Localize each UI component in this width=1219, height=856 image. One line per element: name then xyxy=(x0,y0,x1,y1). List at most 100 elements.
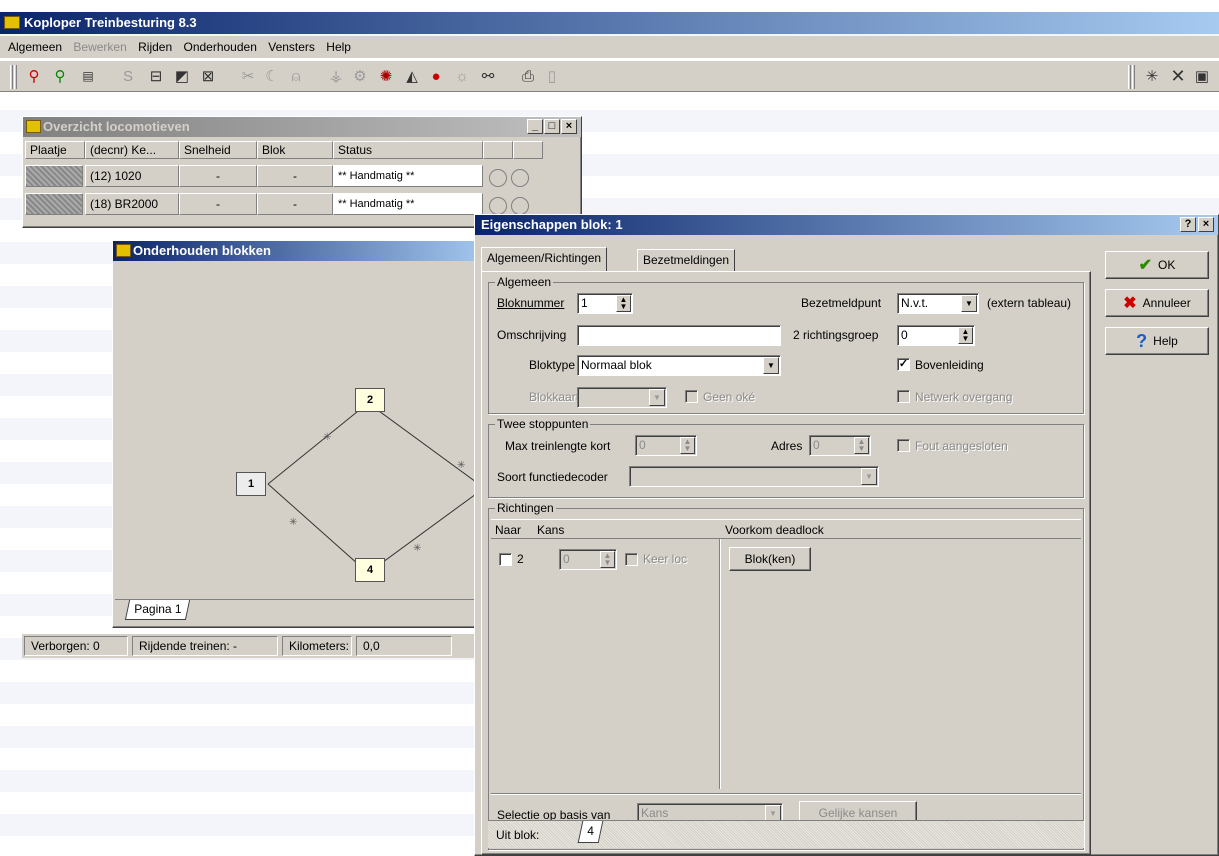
loco-image xyxy=(25,193,83,215)
chevron-down-icon[interactable]: ▼ xyxy=(649,389,665,406)
bloknummer-value: 1 xyxy=(581,296,588,310)
help-titlebar-button[interactable]: ? xyxy=(1180,217,1196,232)
help-button[interactable]: ? Help xyxy=(1105,327,1209,355)
direction-circle-icon[interactable] xyxy=(489,197,507,215)
ok-button[interactable]: ✔ OK xyxy=(1105,251,1209,279)
max-treinlengte-input[interactable]: 0 ▲ ▼ xyxy=(635,435,697,456)
chevron-down-icon[interactable]: ▼ xyxy=(961,295,977,312)
bloktype-select[interactable]: Normaal blok ▼ xyxy=(577,355,781,376)
loco-name: (12) 1020 xyxy=(85,165,179,187)
blocks-maintenance-window: Onderhouden blokken ✳ ✳ ✳ ✳ 1 2 4 Pagina… xyxy=(112,240,492,628)
toolbar-grip[interactable] xyxy=(1128,65,1131,89)
block-canvas[interactable]: ✳ ✳ ✳ ✳ 1 2 4 xyxy=(115,263,491,599)
kans-spinner[interactable]: ▲ ▼ xyxy=(600,551,615,568)
menu-bewerken[interactable]: Bewerken xyxy=(73,40,126,54)
chevron-down-icon[interactable]: ▼ xyxy=(861,468,877,485)
menu-onderhouden[interactable]: Onderhouden xyxy=(183,40,256,54)
bloknummer-spinner[interactable]: ▲ ▼ xyxy=(616,295,631,312)
direction-circle-icon[interactable] xyxy=(489,169,507,187)
column-header[interactable]: Snelheid xyxy=(179,141,257,159)
bell-icon[interactable]: ⍝ xyxy=(286,66,306,86)
switch-icon[interactable]: ⚶ xyxy=(326,66,346,86)
close-icon[interactable]: ✕ xyxy=(1168,66,1188,86)
edit-block-icon[interactable]: ◩ xyxy=(172,66,192,86)
loco-speed: - xyxy=(179,165,257,187)
menu-algemeen[interactable]: Algemeen xyxy=(8,40,62,54)
tab-bezetmeldingen[interactable]: Bezetmeldingen xyxy=(637,249,736,271)
table-row[interactable]: (12) 1020 - - ** Handmatig ** xyxy=(25,163,545,191)
toolbar-grip[interactable] xyxy=(1132,65,1135,89)
minimize-button[interactable]: _ xyxy=(527,119,543,134)
print-icon[interactable]: ⎙ xyxy=(518,66,538,86)
close-titlebar-button[interactable]: × xyxy=(1198,217,1214,232)
tools-icon[interactable]: ✂ xyxy=(238,66,258,86)
block-icon[interactable]: ⊟ xyxy=(146,66,166,86)
bovenleiding-checkbox[interactable]: ✓ xyxy=(897,358,910,371)
help-button-label: Help xyxy=(1153,334,1178,348)
tab-uit-blok-4[interactable]: 4 xyxy=(577,821,604,843)
new-icon[interactable]: ✳ xyxy=(1142,66,1162,86)
blokken-button[interactable]: Blok(ken) xyxy=(729,547,811,571)
column-header[interactable]: (decnr) Ke... xyxy=(85,141,179,159)
netwerk-overgang-checkbox[interactable] xyxy=(897,390,910,403)
keer-loc-checkbox[interactable] xyxy=(625,553,638,566)
max-treinlengte-spinner[interactable]: ▲ ▼ xyxy=(680,437,695,454)
column-divider xyxy=(719,539,720,789)
kans-input[interactable]: 0 ▲ ▼ xyxy=(559,549,617,570)
track-icon[interactable]: ⚯ xyxy=(478,66,498,86)
table-row[interactable]: (18) BR2000 - - ** Handmatig ** xyxy=(25,191,545,219)
block-2[interactable]: 2 xyxy=(355,388,385,412)
terminal-icon[interactable]: ▤ xyxy=(78,66,98,86)
richting-2-checkbox[interactable] xyxy=(499,553,512,566)
checkmark-icon: ✔ xyxy=(1138,257,1153,274)
function-circle-icon[interactable] xyxy=(511,197,529,215)
s-icon[interactable]: S xyxy=(118,66,138,86)
stop-icon[interactable]: ● xyxy=(426,66,446,86)
functiedecoder-select[interactable]: ▼ xyxy=(629,466,879,487)
curve-icon[interactable]: ☾ xyxy=(262,66,282,86)
tab-pagina-1[interactable]: Pagina 1 xyxy=(124,600,191,620)
menu-vensters[interactable]: Vensters xyxy=(268,40,315,54)
sound-icon[interactable]: ✺ xyxy=(376,66,396,86)
delete-block-icon[interactable]: ⊠ xyxy=(198,66,218,86)
column-header[interactable]: Plaatje xyxy=(25,141,85,159)
cancel-button[interactable]: ✖ Annuleer xyxy=(1105,289,1209,317)
blokkaart-select[interactable]: ▼ xyxy=(577,387,667,408)
column-header[interactable]: Status xyxy=(333,141,483,159)
omschrijving-input[interactable] xyxy=(577,325,781,346)
maximize-button[interactable]: □ xyxy=(544,119,560,134)
bezetmeldpunt-select[interactable]: N.v.t. ▼ xyxy=(897,293,979,314)
locomotive-icon[interactable]: ◭ xyxy=(402,66,422,86)
adres-input[interactable]: 0 ▲ ▼ xyxy=(809,435,871,456)
block-1[interactable]: 1 xyxy=(236,472,266,496)
richtingsgroep-label: 2 richtingsgroep xyxy=(793,328,879,342)
richtingsgroep-input[interactable]: 0 ▲ ▼ xyxy=(897,325,975,346)
menu-help[interactable]: Help xyxy=(326,40,351,54)
geen-oke-checkbox[interactable] xyxy=(685,390,698,403)
page-icon[interactable]: ▯ xyxy=(542,66,562,86)
svg-text:✳: ✳ xyxy=(289,517,297,528)
column-header[interactable] xyxy=(513,141,543,159)
bloknummer-input[interactable]: 1 ▲ ▼ xyxy=(577,293,633,314)
column-header[interactable]: Blok xyxy=(257,141,333,159)
tab-algemeen-richtingen[interactable]: Algemeen/Richtingen xyxy=(481,247,608,271)
adres-spinner[interactable]: ▲ ▼ xyxy=(854,437,869,454)
close-button[interactable]: × xyxy=(561,119,577,134)
menu-rijden[interactable]: Rijden xyxy=(138,40,172,54)
chevron-down-icon[interactable]: ▼ xyxy=(763,357,779,374)
fout-aangesloten-checkbox[interactable] xyxy=(897,439,910,452)
loco-block: - xyxy=(257,193,333,215)
richtingsgroep-spinner[interactable]: ▲ ▼ xyxy=(958,327,973,344)
block-4[interactable]: 4 xyxy=(355,558,385,582)
column-header[interactable] xyxy=(483,141,513,159)
toolbar-grip[interactable] xyxy=(10,65,13,89)
toolbar-grip[interactable] xyxy=(14,65,17,89)
save-icon[interactable]: ▣ xyxy=(1192,66,1212,86)
light-icon[interactable]: ☼ xyxy=(452,66,472,86)
bezetmeldpunt-value: N.v.t. xyxy=(901,296,929,310)
decoder-icon[interactable]: ⚙ xyxy=(350,66,370,86)
signal-green-icon[interactable]: ⚲ xyxy=(50,66,70,86)
function-circle-icon[interactable] xyxy=(511,169,529,187)
bloknummer-label: Bloknummer xyxy=(497,296,565,310)
signal-red-icon[interactable]: ⚲ xyxy=(24,66,44,86)
